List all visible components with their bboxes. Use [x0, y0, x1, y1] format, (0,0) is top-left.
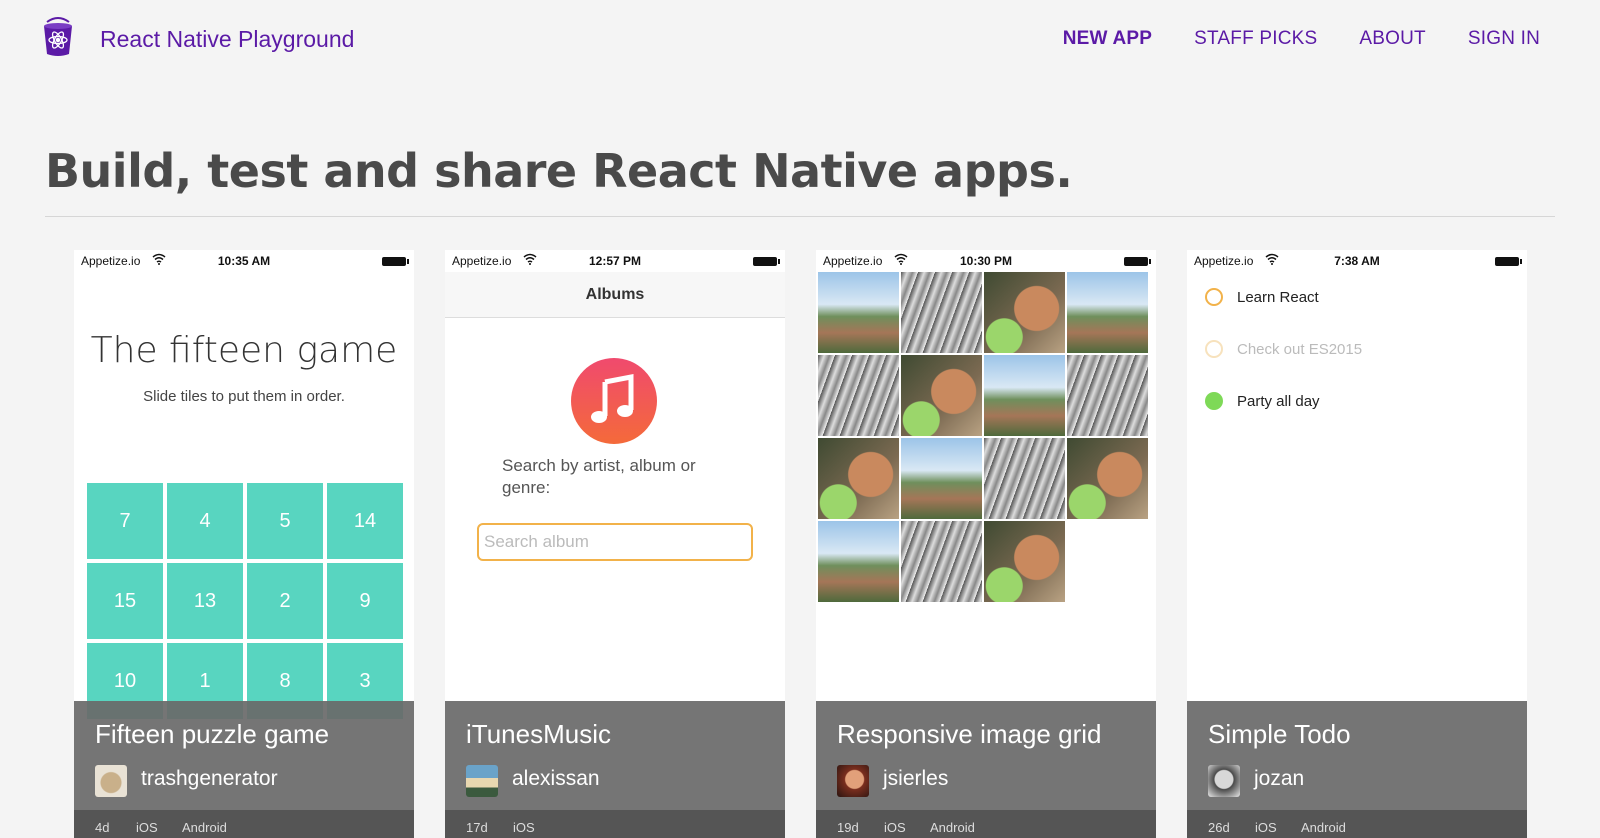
nav-new-app[interactable]: NEW APP	[1063, 28, 1152, 50]
platform-ios: iOS	[136, 820, 158, 835]
app-card-fifteen[interactable]: Appetize.io 10:35 AM The fifteen game Sl…	[74, 250, 414, 838]
nav-staff-picks[interactable]: STAFF PICKS	[1194, 28, 1317, 50]
age-label: 4d	[95, 820, 110, 835]
card-meta: 19d iOS Android	[816, 810, 1156, 838]
platform-android: Android	[1301, 820, 1346, 835]
app-title[interactable]: Simple Todo	[1208, 719, 1351, 750]
page-title: Build, test and share React Native apps.	[45, 144, 1073, 198]
avatar[interactable]	[1208, 765, 1240, 797]
battery-icon	[1124, 257, 1151, 266]
status-bar: Appetize.io 7:38 AM	[1187, 250, 1527, 272]
image-grid	[818, 272, 1148, 602]
avatar[interactable]	[95, 765, 127, 797]
avatar[interactable]	[466, 765, 498, 797]
clock: 7:38 AM	[1334, 254, 1380, 268]
status-bar: Appetize.io 12:57 PM	[445, 250, 785, 272]
author-name[interactable]: alexissan	[512, 767, 600, 791]
app-card-todo[interactable]: Appetize.io 7:38 AM Learn React Check ou…	[1187, 250, 1527, 838]
tile[interactable]: 9	[327, 563, 403, 639]
todo-text: Check out ES2015	[1237, 341, 1363, 358]
search-album-input[interactable]	[477, 523, 753, 561]
photo-thumbnail[interactable]	[1067, 355, 1148, 436]
todo-checkbox[interactable]	[1205, 288, 1223, 306]
playground-logo-icon[interactable]	[41, 14, 75, 58]
photo-thumbnail[interactable]	[984, 521, 1065, 602]
photo-thumbnail[interactable]	[818, 272, 899, 353]
photo-thumbnail[interactable]	[901, 355, 982, 436]
albums-nav-title: Albums	[445, 272, 785, 318]
platform-ios: iOS	[513, 820, 535, 835]
main-nav: NEW APP STAFF PICKS ABOUT SIGN IN	[1021, 28, 1540, 50]
app-card-image-grid[interactable]: Appetize.io 10:30 PM Responsive image gr…	[816, 250, 1156, 838]
photo-thumbnail[interactable]	[984, 355, 1065, 436]
tile[interactable]: 2	[247, 563, 323, 639]
tile[interactable]: 5	[247, 483, 323, 559]
music-note-icon	[571, 358, 657, 444]
brand-name[interactable]: React Native Playground	[100, 26, 354, 53]
platform-android: Android	[930, 820, 975, 835]
photo-thumbnail[interactable]	[818, 521, 899, 602]
photo-thumbnail[interactable]	[818, 438, 899, 519]
platform-ios: iOS	[1255, 820, 1277, 835]
platform-android: Android	[182, 820, 227, 835]
photo-thumbnail[interactable]	[818, 355, 899, 436]
app-title[interactable]: Fifteen puzzle game	[95, 719, 329, 750]
photo-thumbnail[interactable]	[1067, 272, 1148, 353]
todo-text: Learn React	[1237, 289, 1319, 306]
photo-thumbnail[interactable]	[1067, 438, 1148, 519]
photo-thumbnail[interactable]	[984, 438, 1065, 519]
author-name[interactable]: jozan	[1254, 767, 1304, 791]
status-bar: Appetize.io 10:35 AM	[74, 250, 414, 272]
nav-sign-in[interactable]: SIGN IN	[1468, 28, 1540, 50]
nav-about[interactable]: ABOUT	[1359, 28, 1425, 50]
app-card-itunes[interactable]: Appetize.io 12:57 PM Albums Search by ar…	[445, 250, 785, 838]
avatar[interactable]	[837, 765, 869, 797]
author-name[interactable]: jsierles	[883, 767, 948, 791]
tile[interactable]: 4	[167, 483, 243, 559]
battery-icon	[753, 257, 780, 266]
age-label: 17d	[466, 820, 488, 835]
divider	[45, 216, 1555, 217]
app-title[interactable]: iTunesMusic	[466, 719, 611, 750]
card-meta: 4d iOS Android	[74, 810, 414, 838]
app-title[interactable]: Responsive image grid	[837, 719, 1101, 750]
platform-ios: iOS	[884, 820, 906, 835]
age-label: 26d	[1208, 820, 1230, 835]
photo-thumbnail[interactable]	[901, 272, 982, 353]
tile[interactable]: 15	[87, 563, 163, 639]
todo-checkbox[interactable]	[1205, 392, 1223, 410]
photo-thumbnail[interactable]	[901, 438, 982, 519]
age-label: 19d	[837, 820, 859, 835]
card-meta: 17d iOS	[445, 810, 785, 838]
clock: 12:57 PM	[588, 254, 642, 268]
battery-icon	[382, 257, 409, 266]
photo-thumbnail[interactable]	[901, 521, 982, 602]
todo-text: Party all day	[1237, 393, 1320, 410]
battery-icon	[1495, 257, 1522, 266]
game-title: The fifteen game	[90, 330, 398, 371]
tile[interactable]: 13	[167, 563, 243, 639]
clock: 10:35 AM	[217, 254, 271, 268]
game-subtitle: Slide tiles to put them in order.	[143, 388, 345, 405]
todo-checkbox[interactable]	[1205, 340, 1223, 358]
card-meta: 26d iOS Android	[1187, 810, 1527, 838]
tile[interactable]: 7	[87, 483, 163, 559]
tile[interactable]: 14	[327, 483, 403, 559]
search-prompt: Search by artist, album or genre:	[502, 456, 696, 497]
photo-thumbnail[interactable]	[984, 272, 1065, 353]
tile-board: 7 4 5 14 15 13 2 9 10 1 8 3	[87, 483, 403, 719]
status-bar: Appetize.io 10:30 PM	[816, 250, 1156, 272]
clock: 10:30 PM	[959, 254, 1013, 268]
author-name[interactable]: trashgenerator	[141, 767, 278, 791]
